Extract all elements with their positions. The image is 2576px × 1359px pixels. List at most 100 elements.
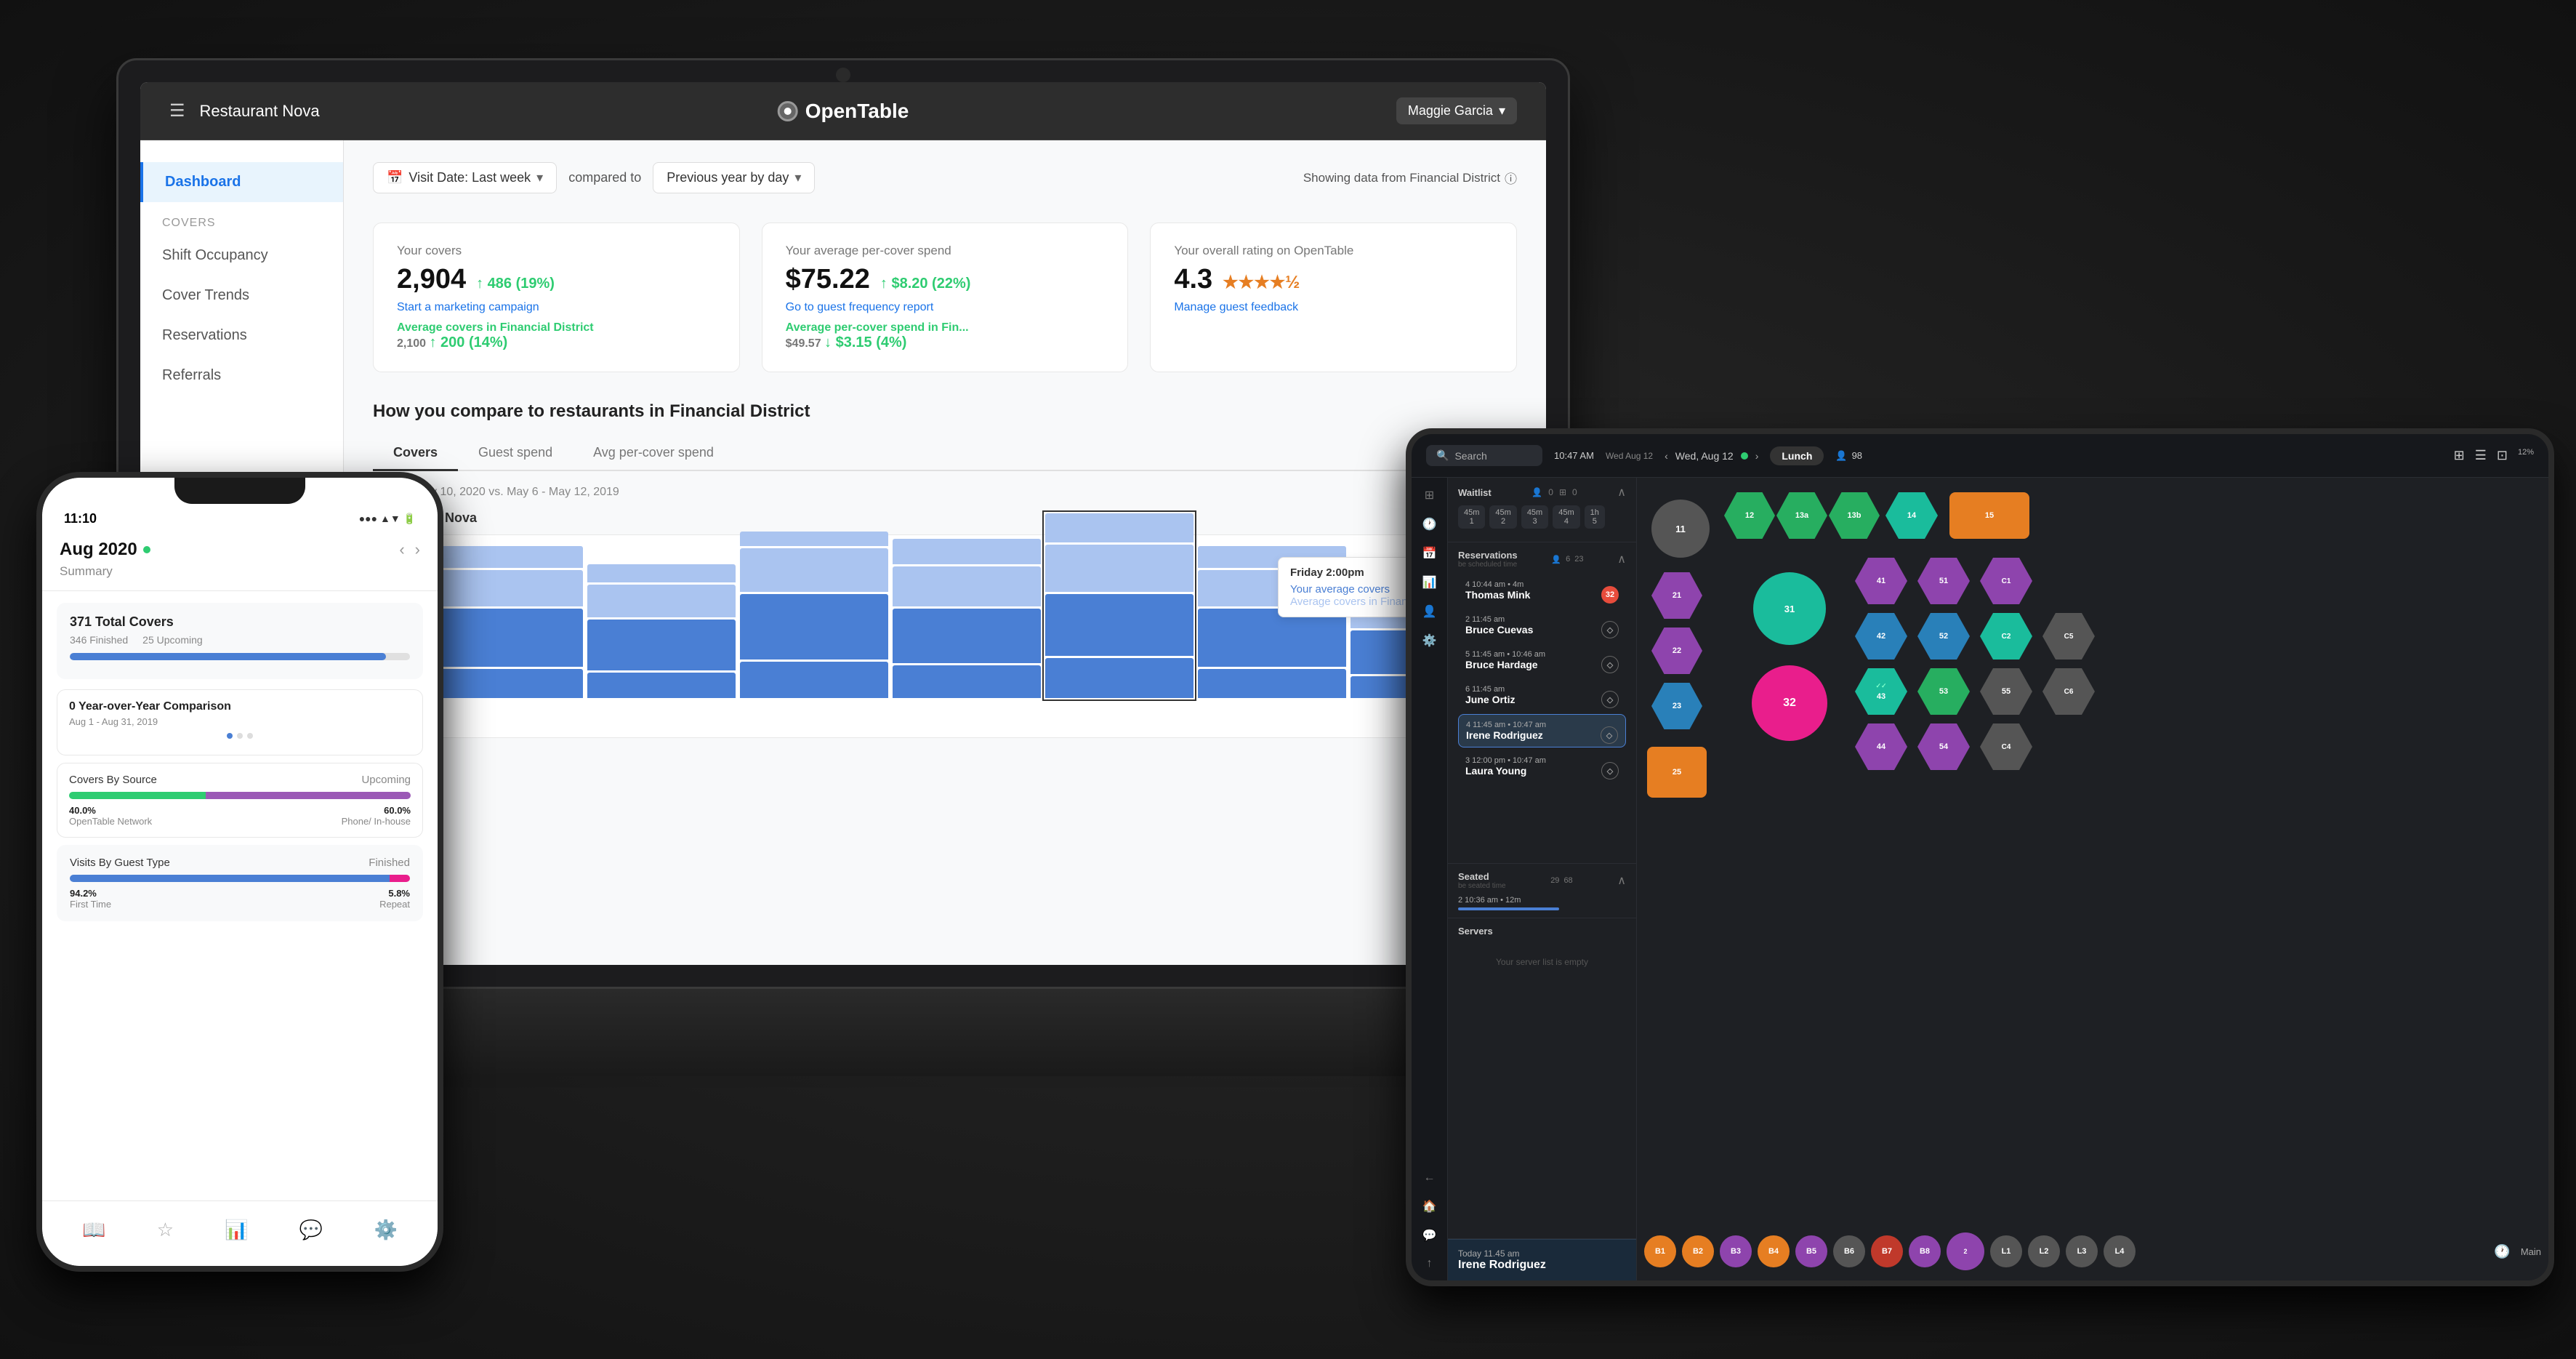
phone-nav-star[interactable]: ☆ [157,1219,174,1241]
small-table-b4[interactable]: B4 [1758,1235,1790,1267]
covers-upcoming: 25 Upcoming [142,634,203,646]
res-expand[interactable]: ∧ [1617,552,1626,566]
small-table-l1[interactable]: L1 [1990,1235,2022,1267]
tab-guest-spend[interactable]: Guest spend [458,436,573,471]
tab-covers[interactable]: Covers [373,436,458,471]
tablet-icon-clock[interactable]: 🕐 [1422,517,1437,532]
tablet-icon-home[interactable]: 🏠 [1422,1199,1437,1214]
tablet-icon-chart[interactable]: 📊 [1422,575,1437,590]
res-item-irene[interactable]: 4 11:45 am • 10:47 am Irene Rodriguez ◇ [1458,714,1626,747]
info-icon[interactable]: ⓘ [1505,169,1517,187]
small-table-l0[interactable]: 2 [1947,1232,1984,1270]
table-44[interactable]: 44 [1855,723,1907,770]
metrics-row: Your covers 2,904 ↑ 486 (19%) Start a ma… [373,223,1517,372]
table-c4[interactable]: C4 [1980,723,2032,770]
history-icon[interactable]: 🕐 [2494,1244,2510,1259]
phone-nav-message[interactable]: 💬 [299,1219,323,1241]
tablet-icon-settings[interactable]: ⚙️ [1422,633,1437,648]
phone-nav-gear[interactable]: ⚙️ [374,1219,397,1241]
tablet-battery: 12% [2518,448,2534,463]
tablet-icon-share[interactable]: ↑ [1427,1257,1433,1270]
source-purple-fill [206,792,411,799]
spend-change: ↑ $8.20 (22%) [880,276,971,292]
tab-avg-per-cover[interactable]: Avg per-cover spend [573,436,734,471]
table-51[interactable]: 51 [1917,558,1970,604]
tablet-icon-grid[interactable]: ⊞ [1425,488,1434,502]
waitlist-expand[interactable]: ∧ [1617,485,1626,500]
covers-link[interactable]: Start a marketing campaign [397,301,716,314]
table-11[interactable]: 11 [1651,500,1710,558]
wt-badge-3: 45m3 [1521,505,1548,529]
waitlist-section: Waitlist 👤 0 ⊞ 0 ∧ 45m1 45m2 [1448,478,1636,542]
menu-icon[interactable]: ☰ [169,100,185,121]
table-41[interactable]: 41 [1855,558,1907,604]
phone-nav-prev[interactable]: ‹ [399,540,404,559]
table-25[interactable]: 25 [1647,747,1707,798]
small-table-l4[interactable]: L4 [2104,1235,2136,1267]
tablet-nav-next[interactable]: › [1755,450,1759,462]
comparison-filter[interactable]: Previous year by day ▾ [653,162,815,193]
spend-link[interactable]: Go to guest frequency report [786,301,1105,314]
tablet-icon-message[interactable]: 💬 [1422,1228,1437,1243]
res-item-thomas[interactable]: 4 10:44 am • 4m Thomas Mink 32 [1458,574,1626,606]
small-table-b7[interactable]: B7 [1871,1235,1903,1267]
table-c5[interactable]: C5 [2042,613,2095,660]
table-55[interactable]: 55 [1980,668,2032,715]
table-22[interactable]: 22 [1651,628,1702,674]
tablet-icon-person[interactable]: 👤 [1422,604,1437,619]
table-15[interactable]: 15 [1949,492,2029,539]
table-32[interactable]: 32 [1752,665,1827,741]
phone-nav-chart[interactable]: 📊 [225,1219,248,1241]
sidebar-item-dashboard[interactable]: Dashboard [140,162,343,202]
grid-icon[interactable]: ⊞ [2454,448,2465,463]
sidebar-item-referrals[interactable]: Referrals [140,356,343,396]
sidebar-item-cover-trends[interactable]: Cover Trends [140,276,343,316]
table-c6[interactable]: C6 [2042,668,2095,715]
res-item-bruce-h[interactable]: 5 11:45 am • 10:46 am Bruce Hardage ◇ [1458,644,1626,676]
table-54[interactable]: 54 [1917,723,1970,770]
table-53[interactable]: 53 [1917,668,1970,715]
small-table-b8[interactable]: B8 [1909,1235,1941,1267]
small-table-b3[interactable]: B3 [1720,1235,1752,1267]
phone-nav-next[interactable]: › [415,540,420,559]
table-21[interactable]: 21 [1651,572,1702,619]
table-42[interactable]: 42 [1855,613,1907,660]
tablet-settings-icon[interactable]: ⊡ [2497,448,2508,463]
tablet-nav-prev[interactable]: ‹ [1665,450,1668,462]
table-52[interactable]: 52 [1917,613,1970,660]
small-table-b2[interactable]: B2 [1682,1235,1714,1267]
small-table-l3[interactable]: L3 [2066,1235,2098,1267]
table-31[interactable]: 31 [1753,572,1826,645]
res-item-june[interactable]: 6 11:45 am June Ortiz ◇ [1458,679,1626,711]
list-icon[interactable]: ☰ [2475,448,2487,463]
table-13b[interactable]: 13b [1829,492,1880,539]
phone-nav-book[interactable]: 📖 [82,1219,105,1241]
res-item-laura[interactable]: 3 12:00 pm • 10:47 am Laura Young ◇ [1458,750,1626,782]
seated-expand[interactable]: ∧ [1617,873,1626,888]
table-13a-label: 13a [1795,511,1808,520]
sidebar-item-shift-occupancy[interactable]: Shift Occupancy [140,236,343,276]
table-14[interactable]: 14 [1885,492,1938,539]
table-23[interactable]: 23 [1651,683,1702,729]
table-c1[interactable]: C1 [1980,558,2032,604]
table-12[interactable]: 12 [1724,492,1775,539]
tablet-icon-calendar[interactable]: 📅 [1422,546,1437,561]
tablet-icon-back[interactable]: ← [1424,1171,1436,1184]
dropdown-chevron: ▾ [1499,103,1505,119]
table-c2[interactable]: C2 [1980,613,2032,660]
tablet-search[interactable]: 🔍 Search [1426,445,1542,466]
user-dropdown[interactable]: Maggie Garcia ▾ [1396,97,1517,124]
small-table-l2[interactable]: L2 [2028,1235,2060,1267]
small-table-b6[interactable]: B6 [1833,1235,1865,1267]
sidebar-item-reservations[interactable]: Reservations [140,316,343,356]
res-item-bruce-c[interactable]: 2 11:45 am Bruce Cuevas ◇ [1458,609,1626,641]
tablet-shift-button[interactable]: Lunch [1770,446,1824,465]
selected-res-banner[interactable]: Today 11.45 am Irene Rodriguez [1448,1239,1636,1280]
visit-date-filter[interactable]: 📅 Visit Date: Last week ▾ [373,162,557,193]
visits-title-row: Visits By Guest Type Finished [70,857,410,869]
small-table-b1[interactable]: B1 [1644,1235,1676,1267]
small-table-b5[interactable]: B5 [1795,1235,1827,1267]
rating-link[interactable]: Manage guest feedback [1174,301,1493,314]
table-13a[interactable]: 13a [1776,492,1827,539]
table-43[interactable]: ✓✓ 43 [1855,668,1907,715]
